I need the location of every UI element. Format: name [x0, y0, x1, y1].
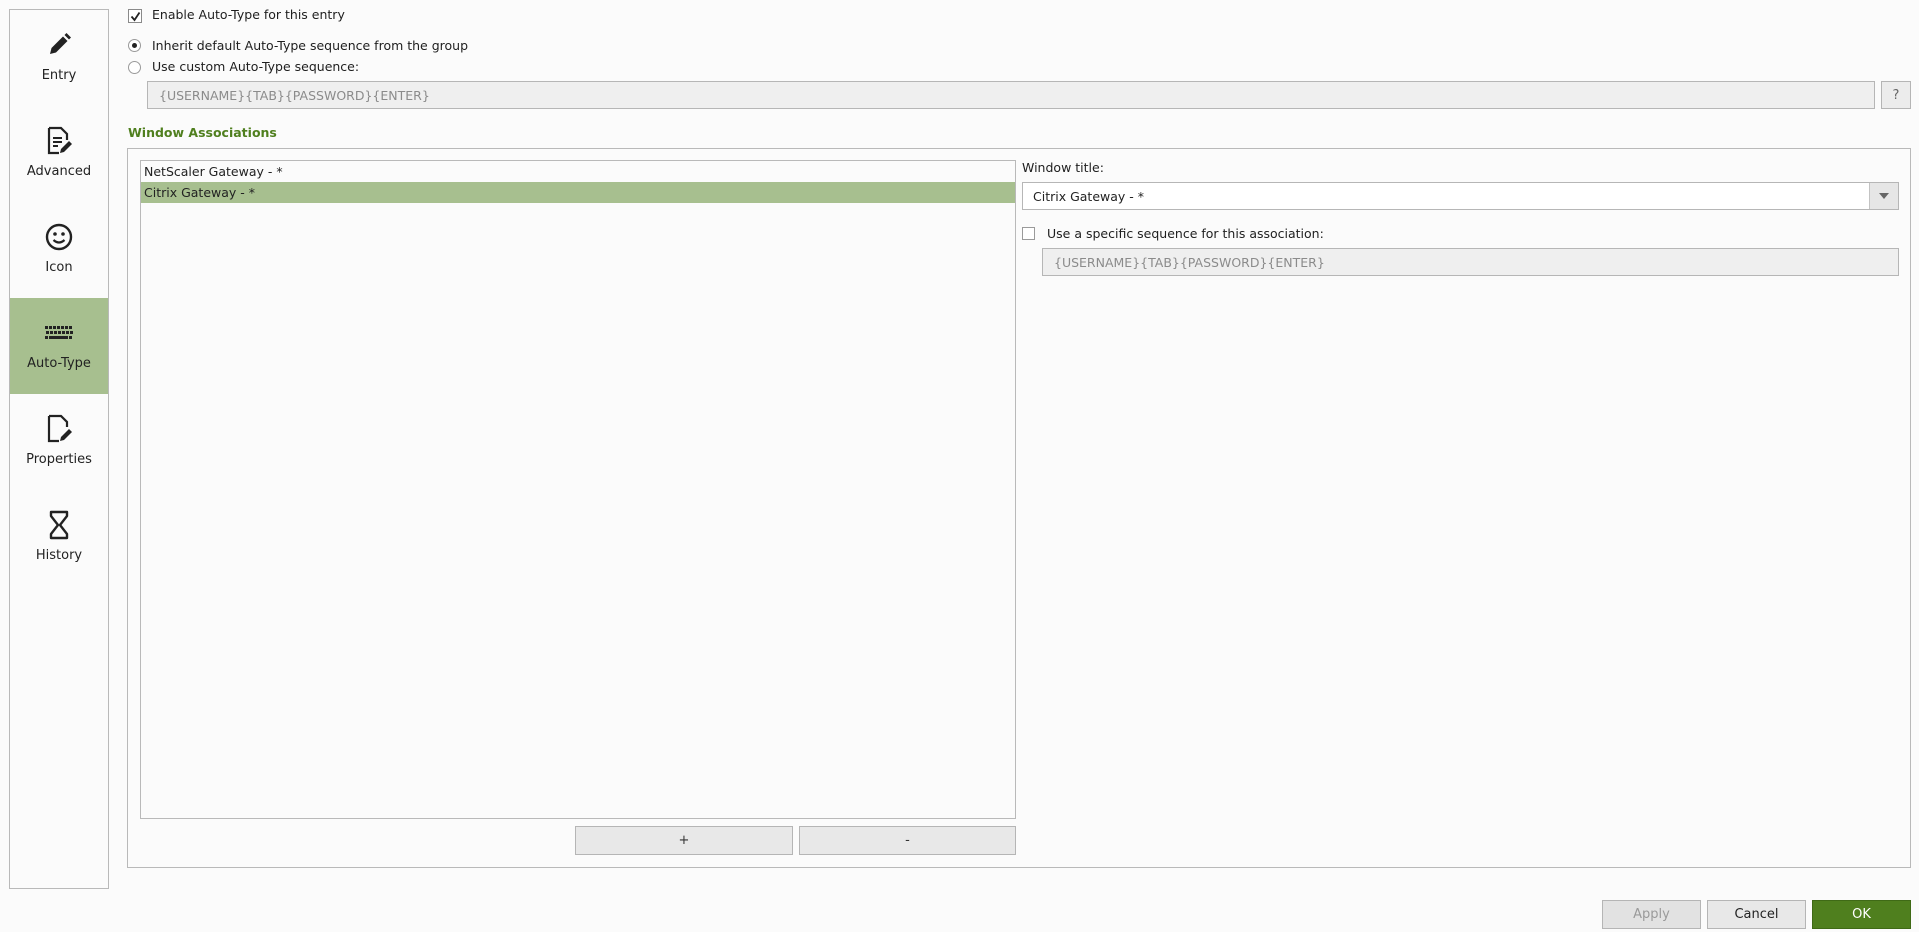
apply-button[interactable]: Apply: [1602, 900, 1701, 929]
specific-sequence-checkbox[interactable]: [1022, 227, 1035, 240]
window-title-combobox[interactable]: Citrix Gateway - *: [1022, 182, 1899, 210]
custom-sequence-radio[interactable]: [128, 61, 141, 74]
inherit-sequence-radio[interactable]: [128, 39, 141, 52]
sidebar-item-label: Icon: [45, 260, 73, 275]
sidebar-item-label: Entry: [41, 68, 77, 83]
sequence-help-button[interactable]: ?: [1881, 81, 1911, 109]
keyboard-icon: [44, 318, 74, 348]
cancel-button[interactable]: Cancel: [1707, 900, 1806, 929]
add-association-button[interactable]: +: [575, 826, 793, 855]
pencil-icon: [44, 30, 74, 60]
sidebar-item-history[interactable]: History: [10, 490, 108, 586]
window-associations-heading: Window Associations: [128, 125, 277, 140]
custom-sequence-label: Use custom Auto-Type sequence:: [152, 59, 360, 74]
sidebar-item-label: Auto-Type: [27, 356, 91, 371]
enable-autotype-label: Enable Auto-Type for this entry: [152, 7, 345, 22]
inherit-sequence-label: Inherit default Auto-Type sequence from …: [152, 38, 469, 53]
specific-sequence-input[interactable]: {USERNAME}{TAB}{PASSWORD}{ENTER}: [1042, 248, 1899, 276]
sidebar-item-entry[interactable]: Entry: [10, 10, 108, 106]
sidebar-item-label: Properties: [26, 452, 92, 467]
enable-autotype-checkbox[interactable]: [128, 9, 142, 23]
list-item[interactable]: NetScaler Gateway - *: [141, 161, 1015, 182]
sidebar-item-auto-type[interactable]: Auto-Type: [10, 298, 108, 394]
document-edit-icon: [44, 126, 74, 156]
associations-list[interactable]: NetScaler Gateway - * Citrix Gateway - *: [140, 160, 1016, 819]
ok-button[interactable]: OK: [1812, 900, 1911, 929]
sidebar-item-label: History: [35, 548, 83, 563]
file-edit-icon: [44, 414, 74, 444]
sidebar-item-label: Advanced: [26, 164, 92, 179]
category-sidebar: Entry Advanced Icon Auto-Type Properties…: [9, 9, 109, 889]
window-title-value: Citrix Gateway - *: [1033, 188, 1145, 204]
remove-association-button[interactable]: -: [799, 826, 1016, 855]
sidebar-item-icon[interactable]: Icon: [10, 202, 108, 298]
window-title-label: Window title:: [1022, 160, 1104, 175]
hourglass-icon: [44, 510, 74, 540]
custom-sequence-input[interactable]: {USERNAME}{TAB}{PASSWORD}{ENTER}: [147, 81, 1875, 109]
sidebar-item-advanced[interactable]: Advanced: [10, 106, 108, 202]
sidebar-item-properties[interactable]: Properties: [10, 394, 108, 490]
smiley-icon: [44, 222, 74, 252]
chevron-down-icon[interactable]: [1869, 183, 1898, 209]
specific-sequence-label: Use a specific sequence for this associa…: [1047, 226, 1324, 241]
list-item-selected[interactable]: Citrix Gateway - *: [141, 182, 1015, 203]
